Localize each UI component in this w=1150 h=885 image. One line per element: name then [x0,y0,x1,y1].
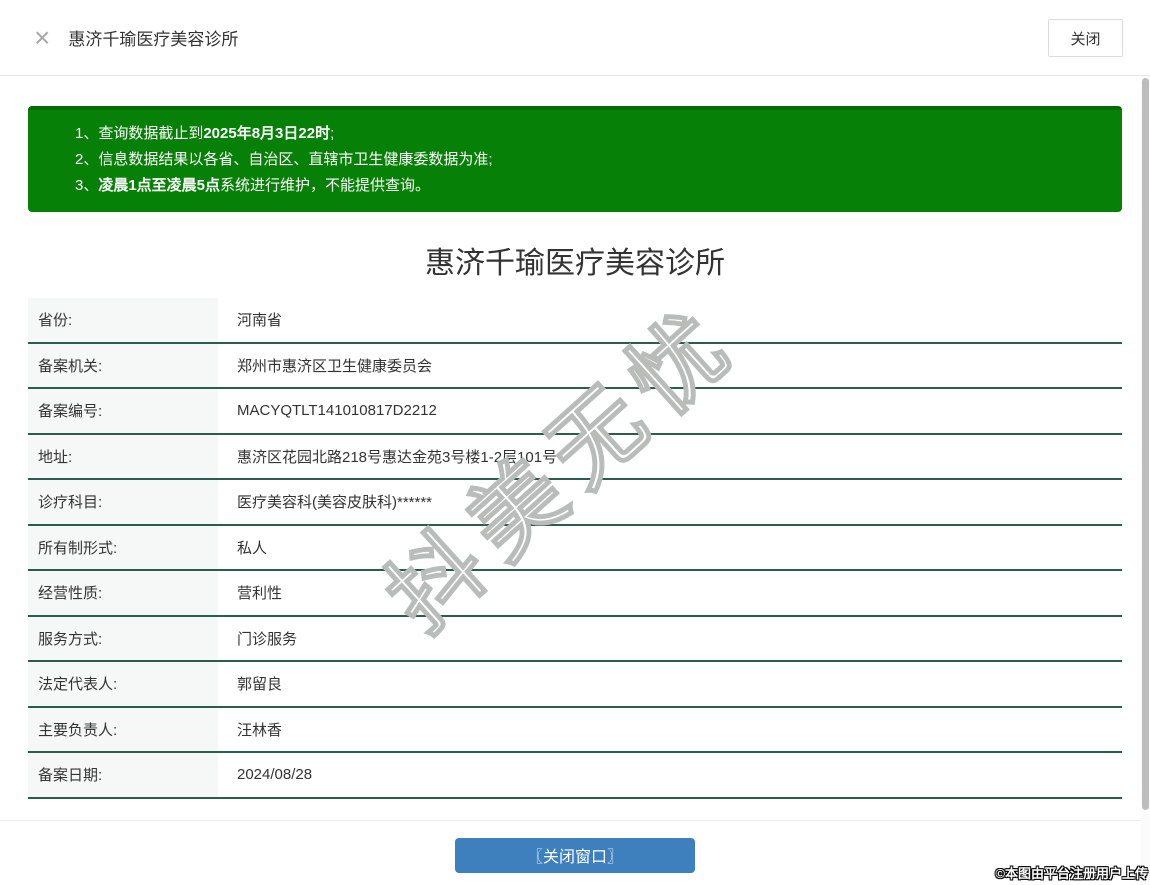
close-button[interactable]: 关闭 [1048,19,1123,57]
page-title: 惠济千瑜医疗美容诊所 [425,247,725,280]
content-area: 1、查询数据截止到2025年8月3日22时; 2、信息数据结果以各省、自治区、直… [0,106,1150,873]
footer-actions: 〖关闭窗口〗 [28,837,1122,873]
row-value: MACYQTLT141010817D2212 [237,402,437,420]
table-row: 省份: 河南省 [28,298,1122,344]
notice-text: 2、信息数据结果以各省、自治区、直辖市卫生健康委数据为准; [75,151,493,168]
notice-bold-text: 2025年8月3日22时 [203,125,331,142]
row-value: 私人 [237,539,268,557]
row-value: 2024/08/28 [237,766,313,784]
row-value: 河南省 [237,312,283,330]
row-value: 汪林香 [237,721,283,739]
table-row: 服务方式: 门诊服务 [28,616,1122,662]
close-icon[interactable]: × [34,23,50,52]
copyright-watermark: ©本图由平台注册用户上传 [995,866,1148,881]
row-label: 主要负责人: [28,707,218,751]
notice-text: 1、查询数据截止到 [75,125,204,142]
row-label: 省份: [28,298,218,342]
row-value: 惠济区花园北路218号惠达金苑3号楼1-2层101号 [237,448,558,466]
notice-line-1: 1、查询数据截止到2025年8月3日22时; [75,121,1102,147]
row-value: 郑州市惠济区卫生健康委员会 [237,357,433,375]
row-value: 营利性 [237,585,283,603]
window-title: 惠济千瑜医疗美容诊所 [68,30,239,49]
row-label: 经营性质: [28,571,218,615]
notice-bold-text: 凌晨1点至凌晨5点 [98,177,221,194]
row-label: 备案编号: [28,389,218,433]
table-row: 主要负责人: 汪林香 [28,707,1122,753]
row-label: 诊疗科目: [28,480,218,524]
vertical-scrollbar[interactable] [1141,76,1150,885]
row-value: 郭留良 [237,676,283,694]
row-label: 法定代表人: [28,662,218,706]
table-row: 经营性质: 营利性 [28,571,1122,617]
row-label: 备案机关: [28,343,218,387]
notice-line-3: 3、凌晨1点至凌晨5点系统进行维护，不能提供查询。 [75,173,1102,199]
table-row: 备案日期: 2024/08/28 [28,753,1122,799]
row-value: 医疗美容科(美容皮肤科)****** [237,494,433,512]
table-row: 所有制形式: 私人 [28,525,1122,571]
notice-text: ; [330,125,335,142]
scrollbar-thumb[interactable] [1142,78,1149,810]
table-row: 备案机关: 郑州市惠济区卫生健康委员会 [28,343,1122,389]
footer-divider [0,819,1150,821]
table-row: 法定代表人: 郭留良 [28,662,1122,708]
details-table: 省份: 河南省 备案机关: 郑州市惠济区卫生健康委员会 备案编号: MACYQT… [28,298,1122,799]
notice-line-2: 2、信息数据结果以各省、自治区、直辖市卫生健康委数据为准; [75,147,1102,173]
table-row: 备案编号: MACYQTLT141010817D2212 [28,389,1122,435]
row-value: 门诊服务 [237,630,298,648]
row-label: 地址: [28,434,218,478]
top-bar: × 惠济千瑜医疗美容诊所 关闭 [0,0,1150,76]
row-label: 备案日期: [28,753,218,797]
notice-text: 3、 [75,177,99,194]
row-label: 服务方式: [28,616,218,660]
table-row: 地址: 惠济区花园北路218号惠达金苑3号楼1-2层101号 [28,434,1122,480]
notice-text: 系统进行维护，不能提供查询。 [220,177,431,194]
table-row: 诊疗科目: 医疗美容科(美容皮肤科)****** [28,480,1122,526]
close-window-button[interactable]: 〖关闭窗口〗 [455,837,695,873]
notice-banner: 1、查询数据截止到2025年8月3日22时; 2、信息数据结果以各省、自治区、直… [28,106,1122,212]
row-label: 所有制形式: [28,525,218,569]
